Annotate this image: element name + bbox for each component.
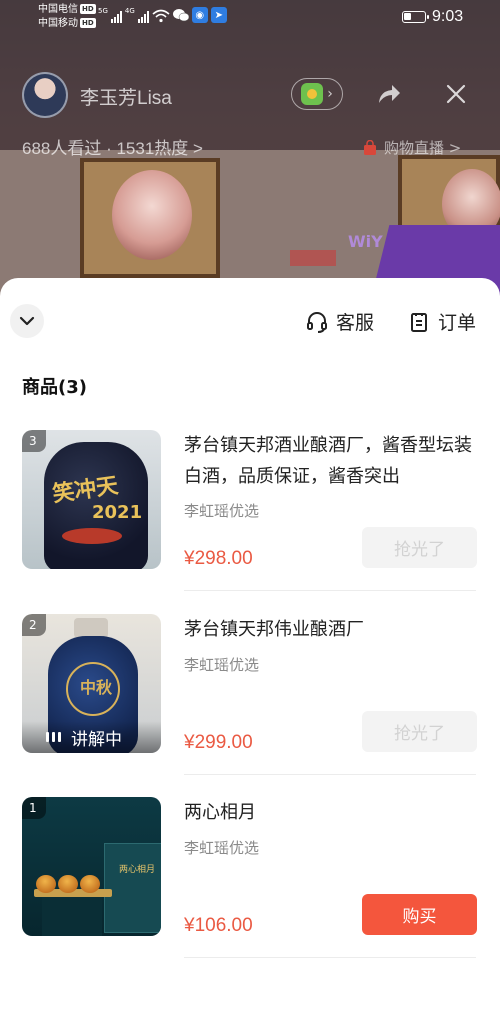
product-item[interactable]: 笑冲天 2021 3 茅台镇天邦酒业酿酒厂，酱香型坛装白酒，品质保证，酱香突出 … — [0, 430, 500, 610]
product-image[interactable]: 两心相月 1 — [22, 797, 161, 936]
signal-icon — [110, 11, 122, 23]
product-list-sheet: 客服 订单 商品(3) 笑冲天 2021 3 茅台镇天邦酒业酿酒厂，酱香型坛装白… — [0, 278, 500, 1022]
explaining-label: 讲解中 — [71, 729, 122, 750]
background-sign — [290, 250, 336, 266]
background-logo: WiY — [348, 232, 383, 251]
explaining-badge: 讲解中 — [22, 721, 161, 753]
collapse-button[interactable] — [10, 304, 44, 338]
headset-icon — [307, 311, 327, 333]
goods-count-title: 商品(3) — [22, 377, 87, 398]
product-index-badge: 1 — [22, 797, 46, 819]
wechat-icon — [172, 7, 189, 23]
product-item[interactable]: 两心相月 1 两心相月 李虹瑶优选 ¥106.00 购买 — [0, 797, 500, 977]
orders-label: 订单 — [438, 312, 477, 334]
product-title[interactable]: 茅台镇天邦伟业酿酒厂 — [184, 614, 484, 645]
battery-icon — [402, 11, 429, 23]
portrait-frame — [80, 158, 220, 278]
host-avatar[interactable] — [22, 72, 68, 118]
signal-icons: 5G 4G ◉ ➤ — [98, 7, 227, 23]
shop-entry-button[interactable]: › — [291, 78, 343, 110]
carrier-2: 中国移动 — [38, 18, 78, 29]
customer-service-label: 客服 — [336, 312, 375, 334]
product-index-badge: 3 — [22, 430, 46, 452]
product-price: ¥298.00 — [184, 548, 253, 569]
divider — [184, 590, 476, 591]
share-icon[interactable] — [376, 82, 402, 106]
shopping-bag-icon — [364, 139, 376, 155]
message-icon: ➤ — [210, 7, 227, 23]
product-seller: 李虹瑶优选 — [184, 502, 260, 520]
browser-icon: ◉ — [191, 7, 208, 23]
shop-icon — [301, 83, 324, 105]
product-image[interactable]: 中秋 2 讲解中 — [22, 614, 161, 753]
product-title[interactable]: 茅台镇天邦酒业酿酒厂，酱香型坛装白酒，品质保证，酱香突出 — [184, 430, 484, 492]
clock: 9:03 — [432, 8, 464, 25]
product-index-badge: 2 — [22, 614, 46, 636]
status-bar: 中国电信 HD 中国移动 HD 5G 4G ◉ ➤ 9:03 — [0, 0, 500, 34]
close-icon[interactable] — [444, 82, 468, 106]
wifi-icon — [152, 9, 170, 23]
host-name[interactable]: 李玉芳Lisa — [80, 83, 172, 110]
product-seller: 李虹瑶优选 — [184, 656, 260, 674]
watch-info[interactable]: 688人看过 · 1531热度 > — [22, 134, 203, 159]
shopping-live-link[interactable]: 购物直播 > — [362, 137, 461, 158]
chevron-down-icon — [19, 316, 35, 326]
product-seller: 李虹瑶优选 — [184, 839, 260, 857]
carrier-1: 中国电信 — [38, 4, 78, 15]
customer-service-button[interactable]: 客服 — [306, 308, 374, 335]
signal-icon — [137, 11, 149, 23]
product-price: ¥106.00 — [184, 915, 253, 936]
audio-wave-icon — [46, 732, 61, 742]
shopping-live-label: 购物直播 > — [384, 139, 462, 157]
divider — [184, 957, 476, 958]
product-price: ¥299.00 — [184, 732, 253, 753]
divider — [184, 774, 476, 775]
sold-out-button[interactable]: 抢光了 — [362, 527, 477, 568]
order-list-icon — [411, 312, 427, 332]
orders-button[interactable]: 订单 — [408, 308, 476, 335]
buy-button[interactable]: 购买 — [362, 894, 477, 935]
product-item[interactable]: 中秋 2 讲解中 茅台镇天邦伟业酿酒厂 李虹瑶优选 ¥299.00 抢光了 — [0, 614, 500, 794]
chevron-right-icon: › — [327, 86, 333, 102]
product-image[interactable]: 笑冲天 2021 3 — [22, 430, 161, 569]
carrier-info: 中国电信 HD 中国移动 HD — [38, 4, 96, 29]
product-title[interactable]: 两心相月 — [184, 797, 484, 828]
sold-out-button[interactable]: 抢光了 — [362, 711, 477, 752]
